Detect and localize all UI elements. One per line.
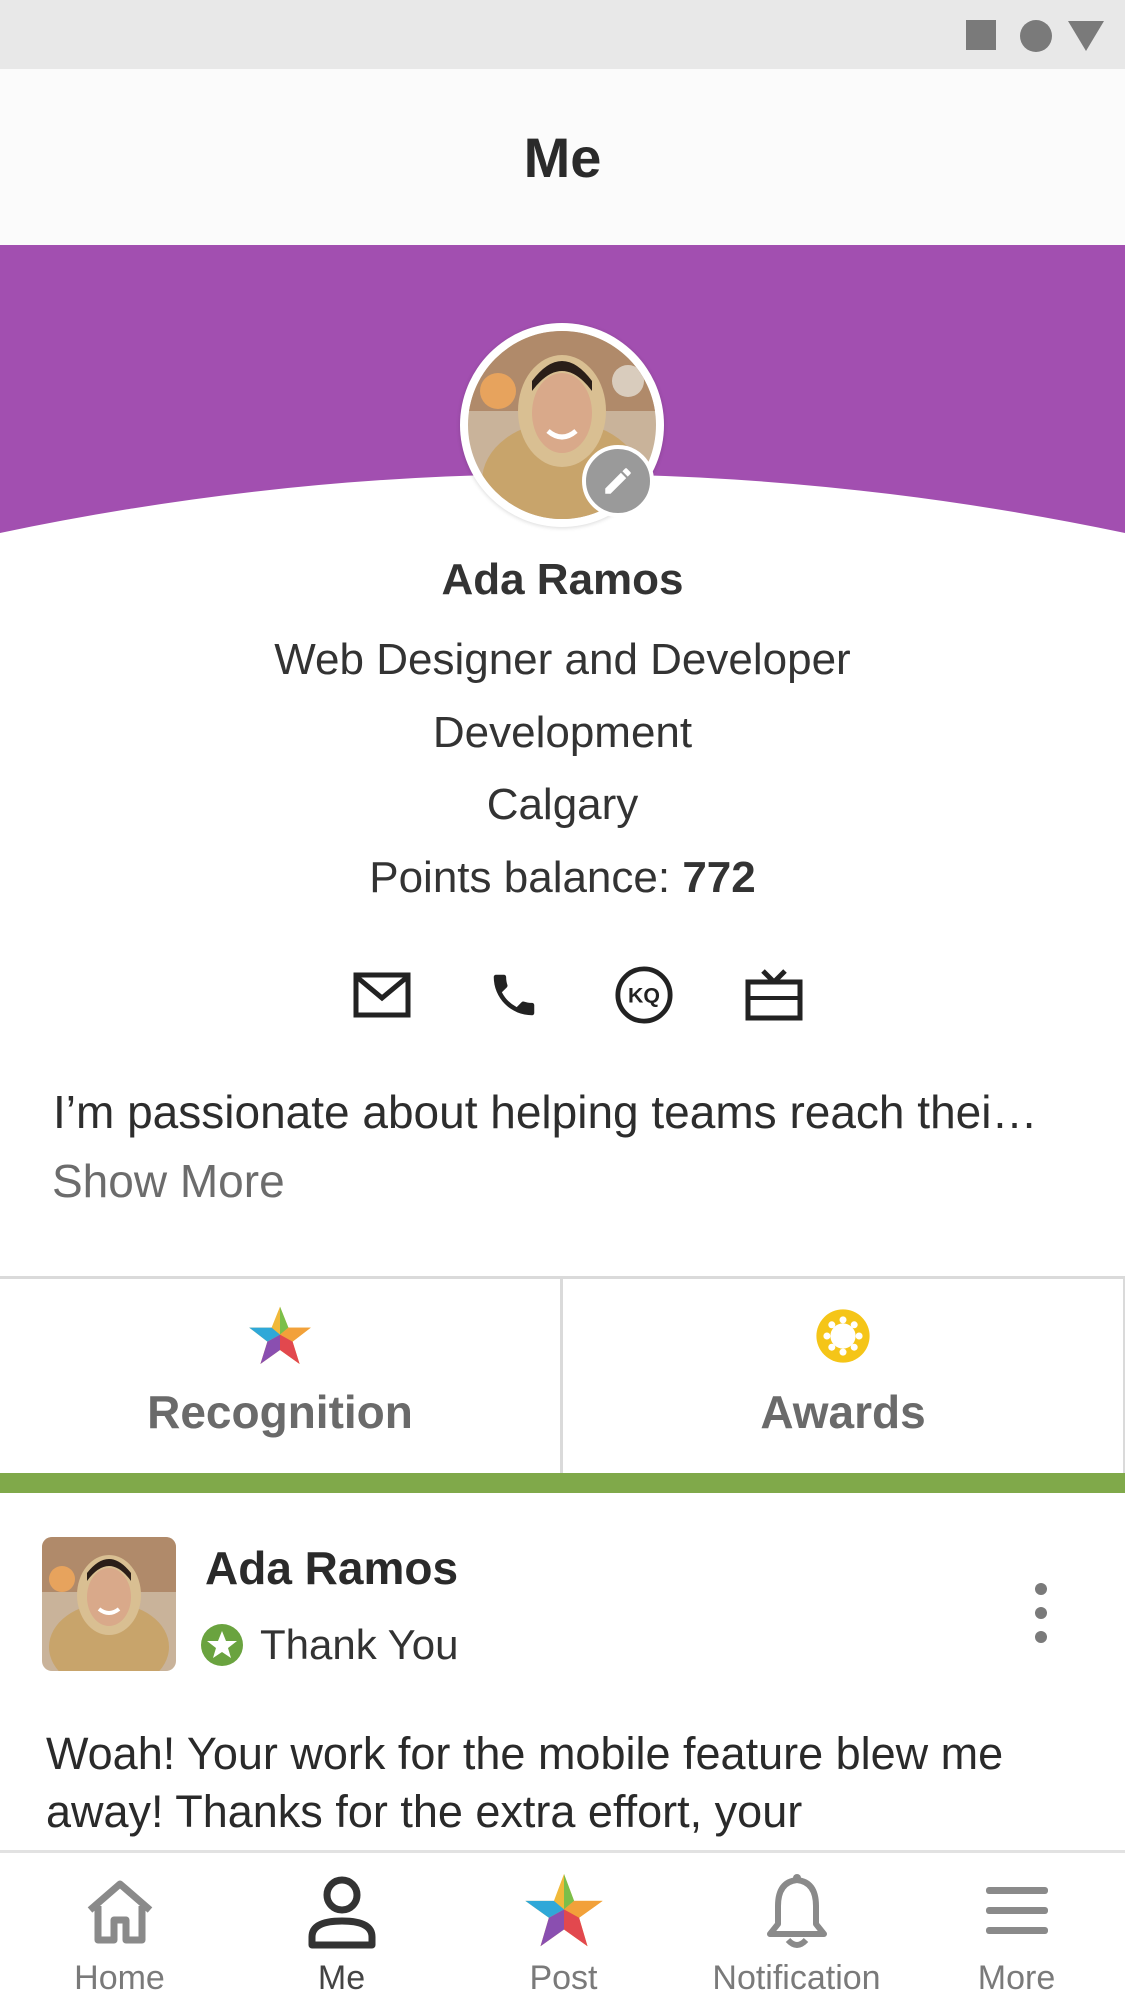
show-more-link[interactable]: Show More bbox=[52, 1154, 285, 1208]
nav-notification-label: Notification bbox=[712, 1959, 881, 1997]
points-value: 772 bbox=[682, 853, 756, 902]
nav-home-label: Home bbox=[74, 1959, 165, 1997]
profile-location: Calgary bbox=[486, 780, 639, 829]
points-balance: Points balance: 772 bbox=[0, 853, 1125, 903]
home-icon bbox=[78, 1869, 162, 1953]
nav-me-label: Me bbox=[317, 1959, 366, 1997]
star-icon bbox=[522, 1869, 606, 1953]
nav-me[interactable]: Me bbox=[229, 1853, 454, 2004]
thank-you-badge-icon bbox=[201, 1624, 243, 1666]
contact-actions: KQ bbox=[352, 965, 812, 1035]
nav-post[interactable]: Post bbox=[451, 1853, 676, 2004]
post-author-avatar[interactable] bbox=[42, 1537, 176, 1671]
gift-card-icon[interactable] bbox=[744, 965, 804, 1025]
nav-more[interactable]: More bbox=[904, 1853, 1125, 2004]
post-body: Woah! Your work for the mobile feature b… bbox=[46, 1728, 1004, 1837]
edit-avatar-button[interactable] bbox=[582, 445, 654, 517]
page-title: Me bbox=[523, 125, 602, 189]
pencil-icon bbox=[605, 468, 631, 494]
svg-text:KQ: KQ bbox=[628, 984, 660, 1008]
tab-awards-label: Awards bbox=[760, 1386, 926, 1438]
bottom-nav: Home Me Post Notification More bbox=[0, 1850, 1125, 2001]
profile-name: Ada Ramos bbox=[441, 555, 684, 604]
profile-tabs: Recognition Awards bbox=[0, 1276, 1125, 1476]
tab-recognition-label: Recognition bbox=[147, 1386, 413, 1438]
nav-post-label: Post bbox=[529, 1959, 598, 1997]
app-header: Me bbox=[0, 69, 1125, 245]
star-icon bbox=[249, 1306, 311, 1364]
profile-department: Development bbox=[432, 708, 693, 757]
home-circle-icon bbox=[1020, 20, 1052, 52]
nav-more-label: More bbox=[977, 1959, 1056, 1997]
person-icon bbox=[300, 1869, 384, 1953]
profile-bio: I’m passionate about helping teams reach… bbox=[53, 1086, 1038, 1138]
phone-icon[interactable] bbox=[484, 965, 544, 1025]
post-tag: Thank You bbox=[200, 1621, 459, 1669]
back-triangle-icon bbox=[1068, 21, 1104, 51]
post-options-icon[interactable] bbox=[1026, 1583, 1056, 1643]
status-bar bbox=[0, 0, 1125, 69]
nav-home[interactable]: Home bbox=[7, 1853, 232, 2004]
recents-icon bbox=[966, 20, 996, 50]
tab-awards[interactable]: Awards bbox=[563, 1279, 1125, 1476]
profile-job-title: Web Designer and Developer bbox=[274, 635, 851, 684]
tab-recognition[interactable]: Recognition bbox=[0, 1279, 563, 1476]
mail-icon[interactable] bbox=[352, 965, 412, 1025]
recognition-post: Ada Ramos Thank You Woah! Your work for … bbox=[0, 1493, 1125, 1850]
menu-icon bbox=[975, 1869, 1059, 1953]
award-badge-icon bbox=[816, 1309, 870, 1363]
post-tag-label: Thank You bbox=[260, 1621, 459, 1668]
post-author-name: Ada Ramos bbox=[205, 1542, 459, 1594]
kq-icon[interactable]: KQ bbox=[614, 965, 674, 1025]
points-label: Points balance: bbox=[369, 853, 683, 902]
active-tab-indicator bbox=[0, 1473, 1125, 1493]
nav-notification[interactable]: Notification bbox=[684, 1853, 909, 2004]
bell-icon bbox=[755, 1869, 839, 1953]
